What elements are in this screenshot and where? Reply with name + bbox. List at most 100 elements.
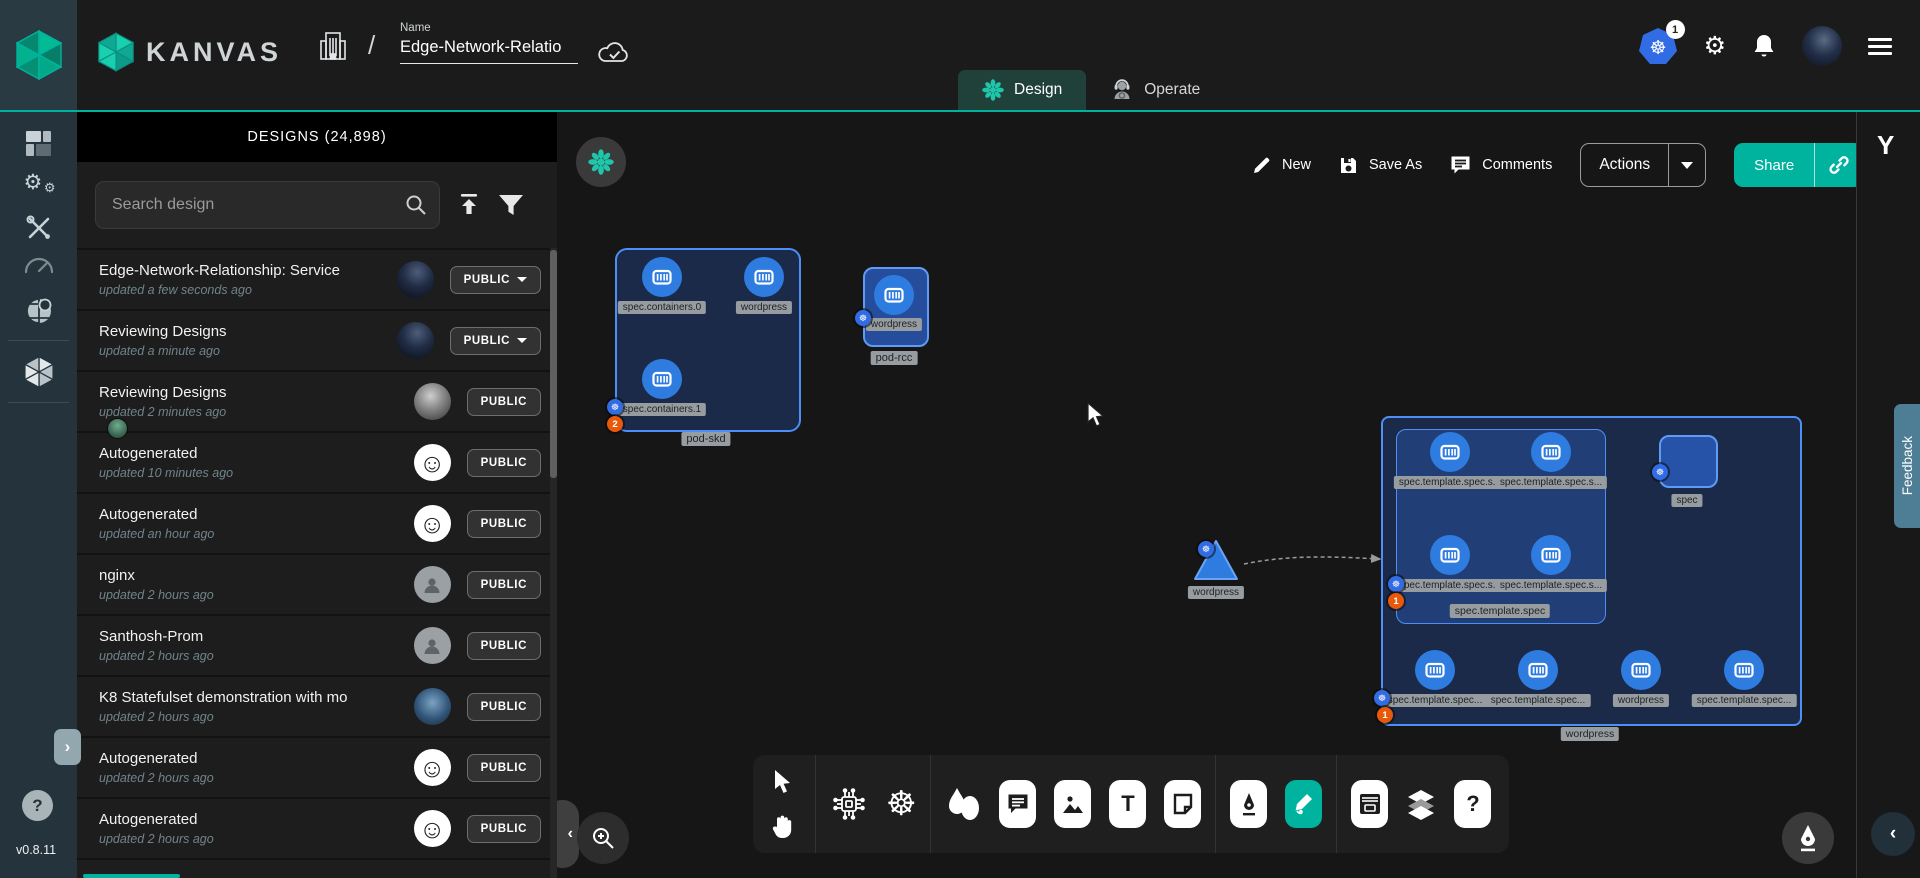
comments-button[interactable]: Comments	[1450, 155, 1552, 175]
design-list-item[interactable]: Edge-Network-Relationship: Service updat…	[77, 248, 557, 309]
panel-scrollbar-thumb[interactable]	[550, 250, 557, 478]
design-list-item[interactable]: Reviewing Designs updated a minute ago P…	[77, 309, 557, 370]
kubernetes-tool-icon[interactable]: ☸	[886, 787, 916, 821]
design-mode-pen-button[interactable]	[1782, 812, 1834, 864]
node-group-spec-template[interactable]	[1396, 429, 1606, 624]
filter-icon[interactable]	[498, 193, 524, 217]
design-title: K8 Statefulset demonstration with mo	[99, 689, 406, 706]
pen-tool-button[interactable]	[1230, 780, 1267, 828]
visibility-chip[interactable]: PUBLIC	[467, 571, 541, 599]
user-avatar[interactable]	[1802, 26, 1842, 66]
expand-right-panel-button[interactable]: ‹	[1871, 812, 1915, 856]
tab-operate[interactable]: Operate	[1086, 70, 1224, 110]
nav-kanvas-icon[interactable]	[0, 356, 77, 388]
visibility-chip[interactable]: PUBLIC	[467, 693, 541, 721]
select-tool-icon[interactable]	[771, 769, 795, 795]
design-list-item[interactable]: nginx updated 2 hours ago PUBLIC	[77, 553, 557, 614]
container-node[interactable]	[642, 359, 682, 399]
kanvas-logo[interactable]: KANVAS	[98, 32, 282, 72]
publish-design-icon[interactable]	[456, 192, 482, 218]
design-list-item[interactable]: Autogenerated updated 10 minutes ago ☺ P…	[77, 431, 557, 492]
container-node[interactable]	[1531, 535, 1571, 575]
help-button[interactable]: ?	[22, 790, 53, 821]
actions-split-button[interactable]: Actions	[1580, 143, 1706, 187]
save-as-label: Save As	[1369, 157, 1422, 173]
visibility-chip[interactable]: PUBLIC	[467, 815, 541, 843]
design-list-item[interactable]: K8 Statefulset demonstration with mo upd…	[77, 675, 557, 736]
visibility-chip[interactable]: PUBLIC	[467, 388, 541, 416]
designs-panel-title: DESIGNS (24,898)	[77, 112, 557, 162]
component-tool-icon[interactable]	[830, 785, 868, 823]
container-node[interactable]	[874, 275, 914, 315]
container-node[interactable]	[1531, 432, 1571, 472]
search-icon[interactable]	[404, 193, 428, 217]
save-as-button[interactable]: Save As	[1339, 156, 1422, 175]
visibility-chip[interactable]: PUBLIC	[467, 754, 541, 782]
nav-dashboard-icon[interactable]	[0, 130, 77, 157]
node-spec[interactable]	[1659, 435, 1718, 488]
actions-dropdown-toggle[interactable]	[1669, 144, 1705, 186]
tab-operate-label: Operate	[1144, 81, 1200, 99]
tab-design[interactable]: Design	[958, 70, 1086, 110]
settings-gear-icon[interactable]: ⚙	[1704, 34, 1726, 59]
note-tool-button[interactable]	[1164, 780, 1201, 828]
design-title: Edge-Network-Relationship: Service	[99, 262, 389, 279]
issue-count-badge[interactable]: 1	[1388, 593, 1404, 609]
comment-tool-button[interactable]	[999, 780, 1036, 828]
pan-tool-icon[interactable]	[771, 813, 795, 839]
design-list-item[interactable]: Autogenerated updated 2 hours ago ☺ PUBL…	[77, 797, 557, 858]
menu-hamburger-icon[interactable]	[1868, 38, 1892, 55]
nav-lifecycle-icon[interactable]: ⚙⚙	[0, 172, 77, 198]
visibility-label: PUBLIC	[481, 579, 527, 591]
nav-performance-icon[interactable]	[0, 256, 77, 274]
comments-label: Comments	[1482, 157, 1552, 173]
new-button[interactable]: New	[1252, 156, 1311, 175]
drawer-tool-button[interactable]	[1351, 780, 1388, 828]
visibility-label: PUBLIC	[481, 640, 527, 652]
kubernetes-context-button[interactable]: ☸ 1	[1638, 27, 1678, 65]
container-node[interactable]	[642, 257, 682, 297]
feedback-tab[interactable]: Feedback	[1894, 404, 1920, 528]
visibility-chip[interactable]: PUBLIC	[467, 510, 541, 538]
issue-count-badge[interactable]: 1	[1377, 707, 1393, 723]
organization-icon[interactable]	[318, 30, 348, 62]
design-list-item[interactable]: Autogenerated updated an hour ago ☺ PUBL…	[77, 492, 557, 553]
search-input[interactable]	[95, 181, 440, 229]
design-list-item[interactable]: Autogenerated updated 2 hours ago ☺ PUBL…	[77, 736, 557, 797]
help-tool-button[interactable]: ?	[1454, 780, 1491, 828]
share-label: Share	[1734, 143, 1814, 187]
notifications-bell-icon[interactable]	[1752, 33, 1776, 60]
design-list: Edge-Network-Relationship: Service updat…	[77, 248, 557, 878]
container-node[interactable]	[1430, 432, 1470, 472]
share-split-button[interactable]: Share	[1734, 143, 1863, 187]
group-label: spec.template.spec	[1450, 604, 1550, 618]
nav-configuration-icon[interactable]	[0, 214, 77, 242]
design-list-item[interactable]: Reviewing Designs updated 2 minutes ago …	[77, 370, 557, 431]
design-list-item[interactable]: Santhosh-Prom updated 2 hours ago PUBLIC	[77, 614, 557, 675]
meshery-logo[interactable]	[0, 0, 77, 110]
container-node[interactable]	[1430, 535, 1470, 575]
freehand-draw-tool-button[interactable]	[1285, 780, 1322, 828]
container-node[interactable]	[1621, 650, 1661, 690]
text-tool-button[interactable]: T	[1109, 780, 1146, 828]
media-tool-button[interactable]	[1054, 780, 1091, 828]
container-node[interactable]	[1415, 650, 1455, 690]
hierarchy-view-icon[interactable]: Y	[1877, 130, 1894, 161]
visibility-chip[interactable]: PUBLIC	[450, 327, 541, 355]
container-node[interactable]	[744, 257, 784, 297]
canvas-dock-toggle-button[interactable]	[576, 137, 626, 187]
visibility-chip[interactable]: PUBLIC	[450, 266, 541, 294]
kanvas-app: KANVAS / Name Design	[0, 0, 1920, 878]
layers-tool-icon[interactable]	[1406, 788, 1436, 820]
container-node[interactable]	[1518, 650, 1558, 690]
zoom-in-button[interactable]	[577, 812, 629, 864]
nav-divider	[8, 402, 69, 403]
expand-sidebar-button[interactable]: ›	[54, 729, 81, 765]
container-node[interactable]	[1724, 650, 1764, 690]
shapes-tool-icon[interactable]	[945, 784, 981, 824]
design-name-input[interactable]	[400, 36, 578, 64]
issue-count-badge[interactable]: 2	[607, 416, 623, 432]
visibility-chip[interactable]: PUBLIC	[467, 449, 541, 477]
nav-extensions-icon[interactable]	[0, 296, 77, 326]
visibility-chip[interactable]: PUBLIC	[467, 632, 541, 660]
